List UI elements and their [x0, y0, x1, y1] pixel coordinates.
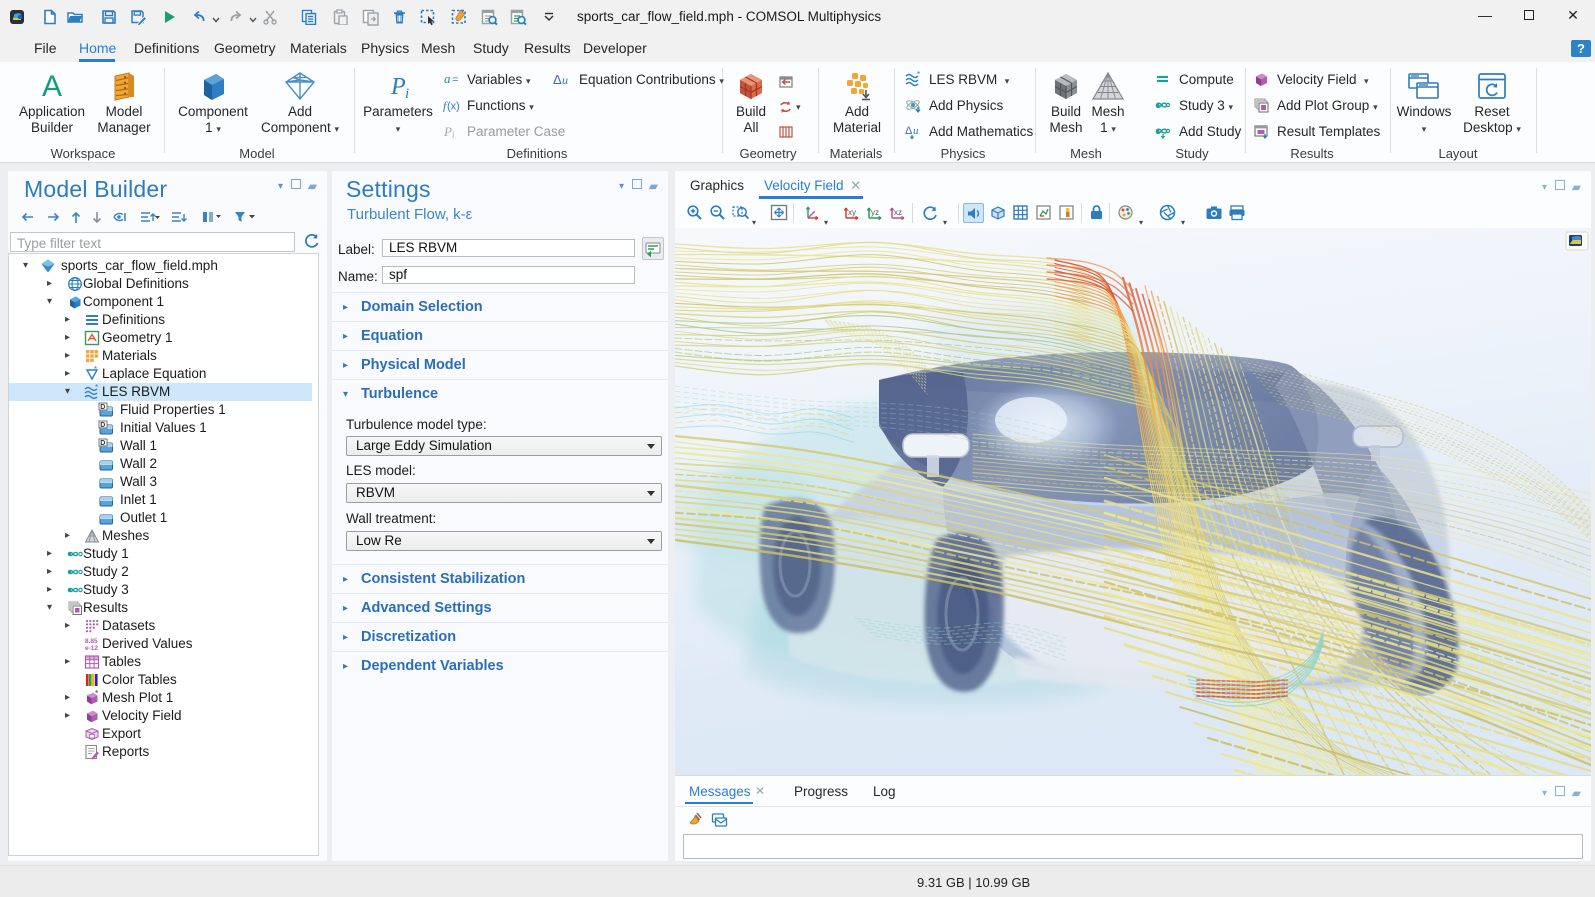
- svg-text:xy: xy: [848, 208, 856, 217]
- svg-text:e-12: e-12: [85, 645, 98, 652]
- svg-text:Δ: Δ: [553, 72, 562, 87]
- svg-text:P: P: [390, 74, 406, 100]
- svg-text:D: D: [100, 404, 105, 411]
- svg-text:*: *: [95, 384, 98, 392]
- svg-text:D: D: [100, 440, 105, 447]
- svg-text:*: *: [917, 71, 920, 79]
- svg-text:a: a: [444, 71, 451, 86]
- svg-text:D: D: [100, 422, 105, 429]
- svg-text:=: =: [452, 74, 458, 86]
- svg-text:u: u: [913, 125, 919, 137]
- svg-text:*: *: [95, 690, 98, 698]
- svg-text:*: *: [94, 366, 97, 374]
- svg-text:i: i: [405, 86, 409, 102]
- svg-text:u: u: [562, 73, 568, 87]
- svg-text:(x): (x): [447, 100, 460, 112]
- svg-text:xz: xz: [894, 208, 902, 217]
- svg-text:A: A: [42, 70, 62, 102]
- svg-text:i: i: [452, 130, 455, 140]
- svg-text:P: P: [443, 124, 452, 139]
- svg-text:yz: yz: [871, 208, 879, 217]
- svg-text:8.85: 8.85: [85, 638, 98, 645]
